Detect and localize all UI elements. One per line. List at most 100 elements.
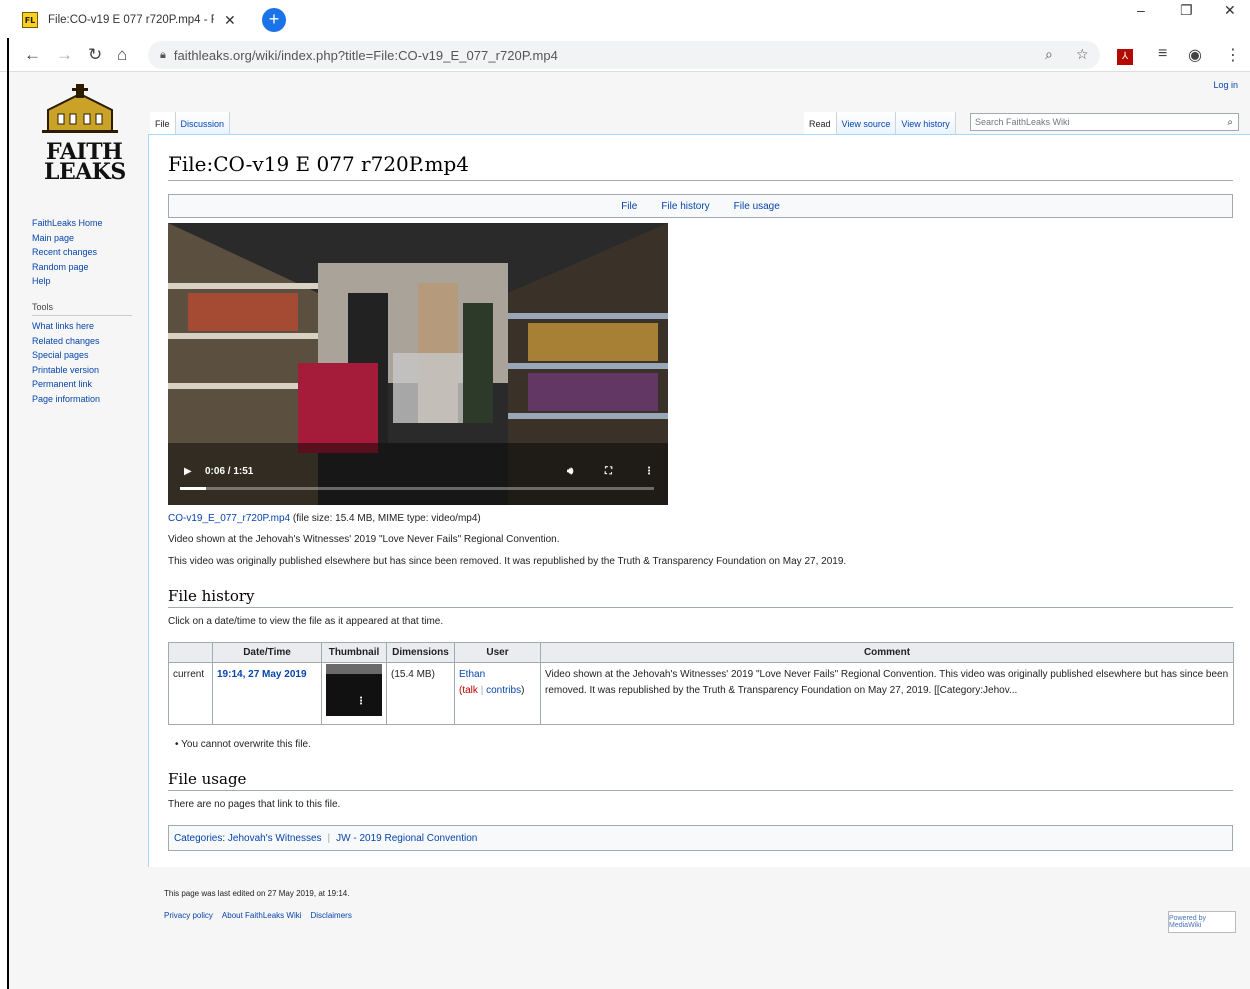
fullscreen-icon[interactable]: ⛶ [605, 466, 612, 477]
video-thumbnail[interactable]: ⋮ [326, 664, 382, 716]
sidebar-item-printable-version[interactable]: Printable version [32, 363, 132, 378]
file-history-intro: Click on a date/time to view the file as… [168, 616, 444, 627]
powered-by-mediawiki-badge[interactable]: Powered by MediaWiki [1168, 911, 1236, 933]
logo-line2: LEAKS [44, 159, 126, 185]
address-bar[interactable]: 🔒︎ faithleaks.org/wiki/index.php?title=F… [148, 41, 1100, 69]
sidebar-item-random-page[interactable]: Random page [32, 260, 103, 275]
faithleaks-logo[interactable]: FAITH LEAKS [38, 84, 126, 184]
toc-file-link[interactable]: File [621, 201, 637, 212]
sidebar-item-help[interactable]: Help [32, 274, 103, 289]
thumbnail-bar [326, 664, 382, 674]
profile-icon[interactable]: ◉ [1188, 45, 1202, 65]
content-area: File:CO-v19 E 077 r720P.mp4 File File hi… [148, 134, 1250, 867]
categories-label-link[interactable]: Categories [174, 833, 222, 844]
new-tab-button[interactable]: + [262, 8, 286, 32]
row-status: current [168, 662, 213, 725]
video-options-icon[interactable]: ⋮ [644, 466, 654, 477]
tab-discussion[interactable]: Discussion [175, 112, 231, 134]
sidebar-item-recent-changes[interactable]: Recent changes [32, 245, 103, 260]
video-progress-fill [180, 487, 206, 490]
file-link[interactable]: CO-v19_E_077_r720P.mp4 [168, 513, 290, 524]
video-progress-bar[interactable] [180, 487, 654, 490]
navigation-portal: FaithLeaks Home Main page Recent changes… [32, 216, 103, 289]
play-icon[interactable]: ▶ [184, 466, 192, 477]
tools-portal: Tools What links here Related changes Sp… [32, 302, 132, 406]
sidebar-item-special-pages[interactable]: Special pages [32, 348, 132, 363]
tab-view-history[interactable]: View history [896, 112, 956, 134]
restore-icon[interactable]: ❐ [1180, 2, 1193, 19]
tab-close-icon[interactable]: ✕ [224, 12, 236, 29]
title-rule [168, 180, 1233, 181]
file-history-table: Date/Time Thumbnail Dimensions User Comm… [168, 642, 1234, 725]
sidebar-item-what-links-here[interactable]: What links here [32, 319, 132, 334]
category-separator: | [327, 832, 331, 844]
close-window-icon[interactable]: ✕ [1224, 2, 1236, 19]
disclaimers-link[interactable]: Disclaimers [311, 911, 352, 920]
menu-icon[interactable]: ⋮ [1225, 45, 1241, 65]
sidebar-item-permanent-link[interactable]: Permanent link [32, 377, 132, 392]
file-toc: File File history File usage [168, 194, 1233, 218]
volume-icon[interactable]: 🔊︎ [567, 466, 573, 477]
tab-read[interactable]: Read [804, 112, 837, 134]
church-logo-icon [42, 84, 118, 133]
minimize-icon[interactable]: – [1137, 2, 1145, 18]
category-jehovahs-witnesses[interactable]: Jehovah's Witnesses [228, 833, 322, 844]
video-player[interactable]: ▶ 0:06 / 1:51 🔊︎ ⛶ ⋮ [168, 223, 668, 505]
privacy-policy-link[interactable]: Privacy policy [164, 911, 213, 920]
row-datetime-link[interactable]: 19:14, 27 May 2019 [217, 669, 307, 680]
file-info-line: CO-v19_E_077_r720P.mp4 (file size: 15.4 … [168, 513, 481, 524]
file-usage-text: There are no pages that link to this fil… [168, 799, 341, 810]
col-header-thumbnail: Thumbnail [321, 642, 387, 663]
user-talk-link[interactable]: talk [462, 685, 478, 696]
no-overwrite-item: • You cannot overwrite this file. [175, 739, 311, 750]
tab-view-source[interactable]: View source [836, 112, 897, 134]
toc-file-usage-link[interactable]: File usage [734, 201, 780, 212]
row-thumbnail-cell: ⋮ [321, 662, 387, 725]
footer-last-edited: This page was last edited on 27 May 2019… [164, 889, 350, 898]
user-contribs-link[interactable]: contribs [486, 685, 521, 696]
file-history-heading: File history [168, 587, 255, 605]
back-icon[interactable]: ← [24, 45, 41, 65]
tab-file[interactable]: File [150, 112, 176, 134]
footer-links: Privacy policy About FaithLeaks Wiki Dis… [164, 911, 352, 920]
forward-icon[interactable]: → [56, 45, 73, 65]
reading-list-icon[interactable]: ≡ [1158, 45, 1167, 63]
home-icon[interactable]: ⌂ [117, 45, 127, 65]
search-input[interactable]: Search FaithLeaks Wiki ⌕ [970, 113, 1239, 131]
browser-tab[interactable]: FL File:CO-v19 E 077 r720P.mp4 - Fa ✕ [22, 8, 254, 32]
category-jw-2019-regional-convention[interactable]: JW - 2019 Regional Convention [336, 833, 477, 844]
sidebar-item-related-changes[interactable]: Related changes [32, 334, 132, 349]
view-tabs: Read View source View history [804, 112, 956, 134]
bookmark-star-icon[interactable]: ☆ [1076, 46, 1089, 63]
user-link[interactable]: Ethan [459, 669, 485, 680]
browser-tab-strip: FL File:CO-v19 E 077 r720P.mp4 - Fa ✕ + … [0, 0, 1250, 38]
about-link[interactable]: About FaithLeaks Wiki [222, 911, 302, 920]
row-datetime-cell: 19:14, 27 May 2019 [212, 662, 322, 725]
lock-icon: 🔒︎ [160, 48, 166, 61]
video-time: 0:06 / 1:51 [205, 466, 254, 477]
video-frame [168, 223, 668, 505]
col-header-blank [168, 642, 213, 663]
table-row: current 19:14, 27 May 2019 ⋮ (15.4 MB) E… [168, 662, 1234, 725]
no-overwrite-text: You cannot overwrite this file. [181, 739, 311, 750]
browser-toolbar: ← → ↻ ⌂ 🔒︎ faithleaks.org/wiki/index.php… [0, 38, 1250, 72]
login-link[interactable]: Log in [1213, 80, 1238, 90]
sidebar-item-page-information[interactable]: Page information [32, 392, 132, 407]
category-links: Categories: Jehovah's Witnesses | JW - 2… [168, 825, 1233, 851]
sidebar-item-main-page[interactable]: Main page [32, 231, 103, 246]
url-text: faithleaks.org/wiki/index.php?title=File… [173, 47, 558, 63]
file-history-rule [168, 607, 1233, 608]
toc-file-history-link[interactable]: File history [661, 201, 709, 212]
file-usage-rule [168, 790, 1233, 791]
sidebar-item-faithleaks-home[interactable]: FaithLeaks Home [32, 216, 103, 231]
search-icon[interactable]: ⌕ [1227, 117, 1233, 128]
search-placeholder: Search FaithLeaks Wiki [975, 117, 1070, 127]
row-comment: Video shown at the Jehovah's Witnesses' … [540, 662, 1234, 725]
thumbnail-options-icon: ⋮ [356, 696, 366, 707]
col-header-dimensions: Dimensions [386, 642, 455, 663]
pdf-extension-icon[interactable]: ⅄ [1117, 46, 1133, 65]
reload-icon[interactable]: ↻ [88, 45, 102, 65]
file-usage-heading: File usage [168, 770, 247, 788]
file-description: Video shown at the Jehovah's Witnesses' … [168, 534, 560, 545]
zoom-icon[interactable]: ⌕ [1045, 46, 1053, 63]
